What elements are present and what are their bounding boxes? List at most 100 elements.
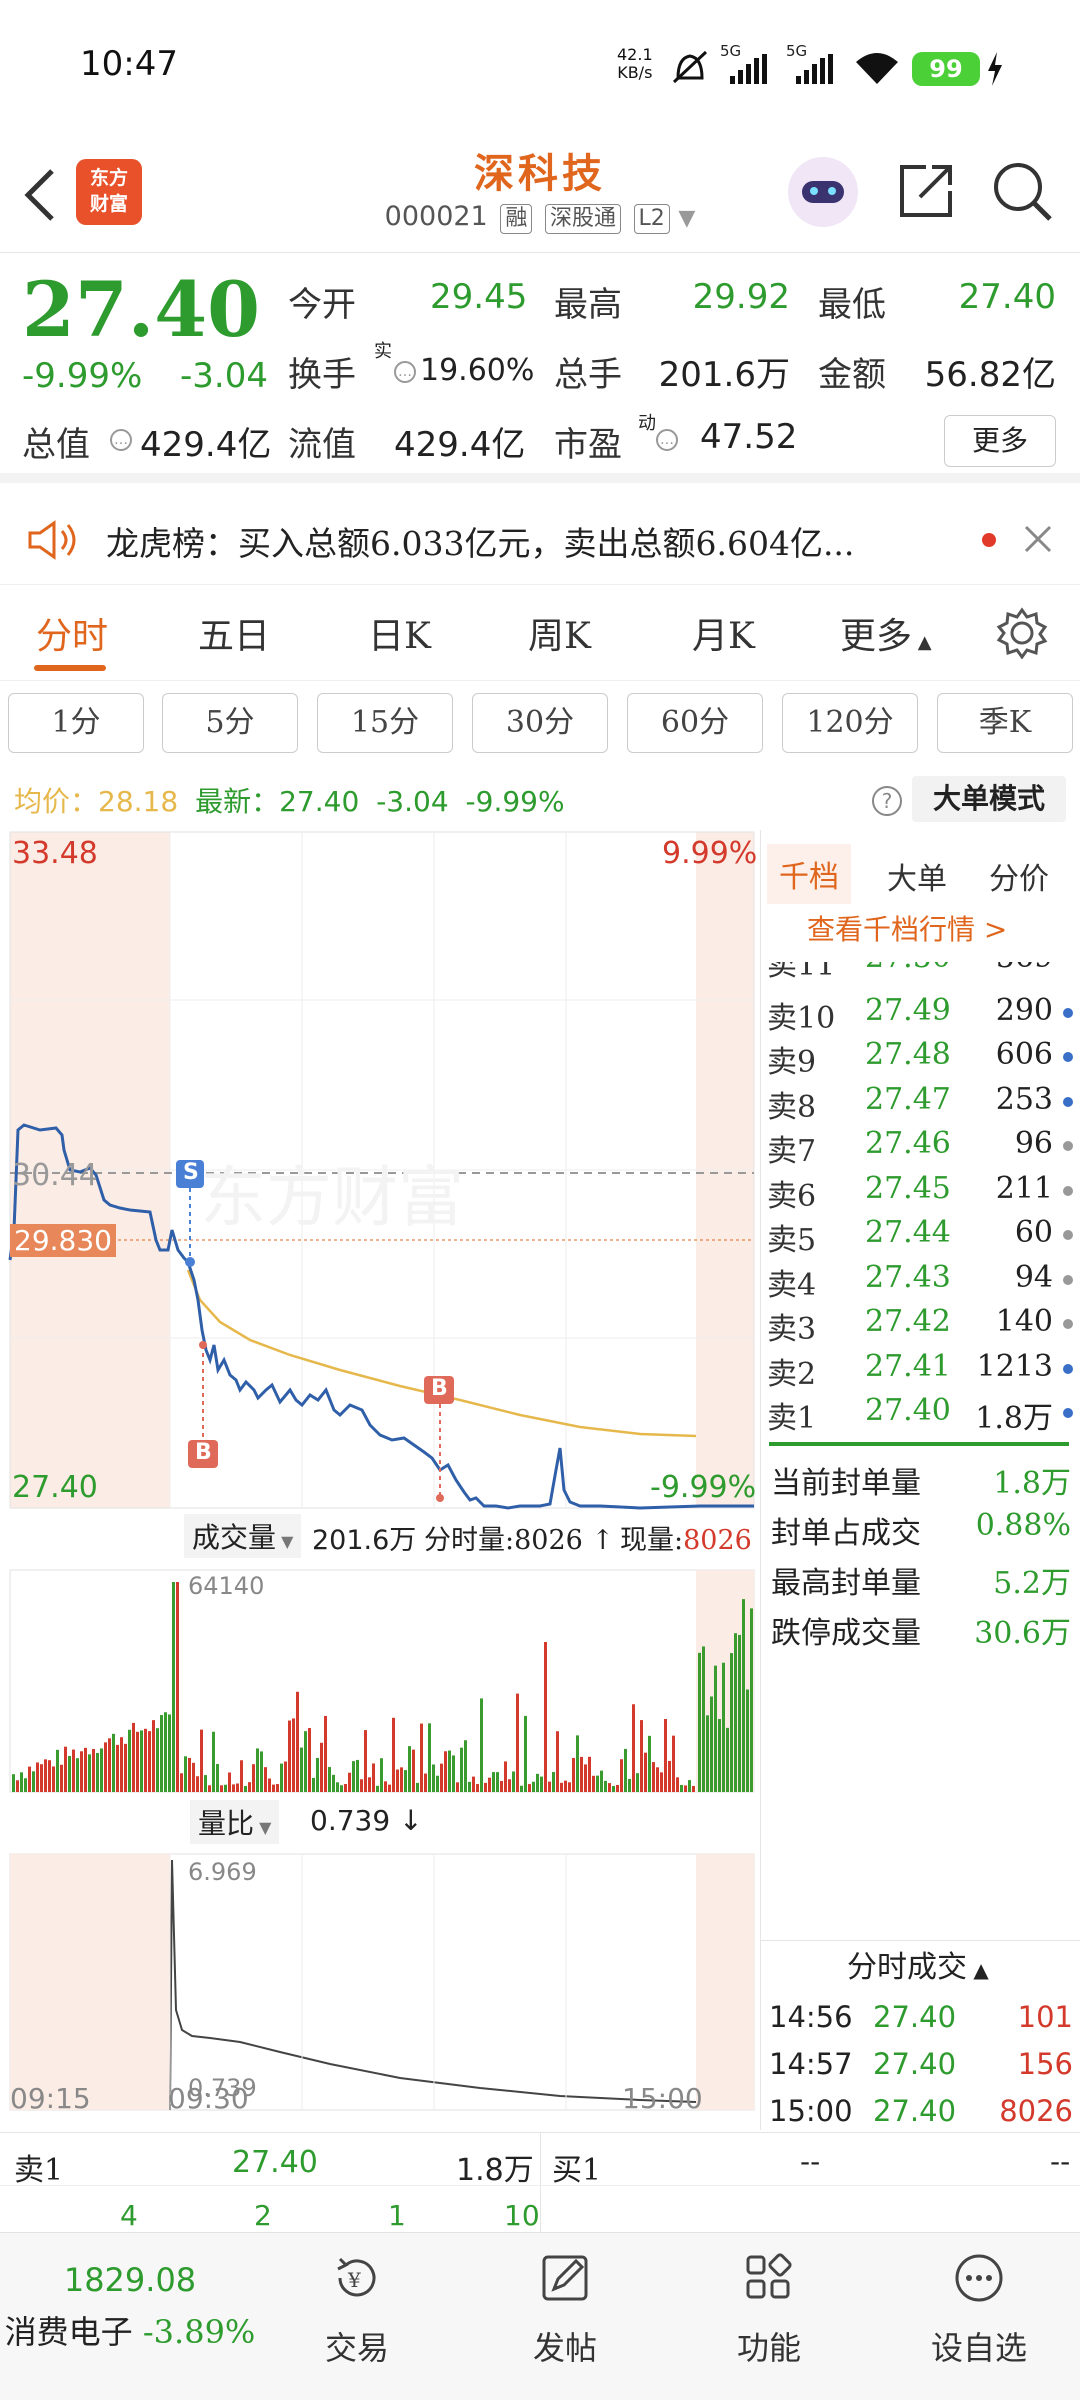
notice-bar[interactable]: 龙虎榜：买入总额6.033亿元，卖出总额6.604亿...: [0, 493, 1080, 585]
more-button[interactable]: 更多: [944, 415, 1056, 467]
volume-bar: [520, 1785, 523, 1792]
sector-index[interactable]: 1829.08 消费电子 -3.89%: [0, 2261, 260, 2353]
volume-bar: [184, 1756, 187, 1792]
sell-row-price: 27.47: [865, 1081, 951, 1117]
volume-bar: [636, 1773, 639, 1792]
settings-icon[interactable]: [996, 607, 1048, 659]
volume-bar: [336, 1782, 339, 1792]
avg-info-line: 均价：28.18 最新：27.40 -3.04 -9.99%: [14, 780, 565, 820]
volume-bar: [504, 1761, 507, 1792]
info-icon[interactable]: …: [394, 361, 416, 383]
period-selector: 1分 5分 15分 30分 60分 120分 季K: [0, 693, 1080, 759]
stock-header: 东方 财富 深科技 000021 融 深股通 L2 ▼: [0, 135, 1080, 253]
assistant-avatar[interactable]: [788, 157, 858, 227]
volume-bar: [88, 1754, 91, 1792]
period-60min[interactable]: 60分: [627, 693, 763, 753]
volume-bar: [368, 1777, 371, 1792]
tag-connect: 深股通: [544, 204, 621, 234]
chart-tabs: 分时 五日 日K 周K 月K 更多 ▲: [0, 585, 1080, 681]
view-thousand-level-link[interactable]: 查看千档行情 >: [807, 908, 1007, 948]
period-quarter-k[interactable]: 季K: [937, 693, 1073, 753]
grid-icon: [746, 2253, 792, 2299]
mktcap-label: 总值: [22, 425, 90, 465]
nav-function[interactable]: 功能: [694, 2251, 844, 2369]
volume-bar: [360, 1779, 363, 1792]
period-30min[interactable]: 30分: [472, 693, 608, 753]
volume-bar: [488, 1777, 491, 1792]
high-value: 29.92: [692, 277, 790, 317]
volume-bar: [660, 1772, 663, 1792]
share-icon[interactable]: [896, 161, 956, 221]
volume-bar: [648, 1735, 651, 1792]
volume-selector[interactable]: 成交量 ▼: [184, 1514, 302, 1558]
close-icon[interactable]: [1022, 523, 1054, 555]
intraday-chart-area[interactable]: 东方财富 33.48 9.99% 30.44 29.830 27.40 -9.9…: [0, 830, 760, 2130]
volume-bar: [584, 1764, 587, 1792]
sell-row-price: 27.41: [865, 1348, 951, 1384]
period-5min[interactable]: 5分: [162, 693, 298, 753]
info-icon-2[interactable]: …: [110, 429, 132, 451]
buy1-price: --: [800, 2145, 821, 2178]
trade-time: 14:57: [769, 2047, 853, 2081]
level1-book: 卖1 27.40 1.8万 买1 -- -- 4 2 1 10: [0, 2132, 1080, 2233]
volume-bar: [124, 1743, 127, 1792]
net-speed-unit: KB/s: [617, 63, 653, 82]
sell-row-label: 卖3: [767, 1312, 817, 1347]
sell-row: 卖7 27.46 96: [761, 1126, 1077, 1171]
volume-bar: [224, 1784, 227, 1792]
tab-weekly-k[interactable]: 周K: [528, 607, 591, 659]
volume-bar: [220, 1785, 223, 1792]
period-120min[interactable]: 120分: [782, 693, 918, 753]
sell-row-label: 卖10: [767, 1000, 836, 1036]
open-label: 今开: [288, 285, 356, 325]
sell-row-volume: 606: [995, 1037, 1053, 1072]
volume-bar: [388, 1784, 391, 1792]
dropdown-icon[interactable]: ▼: [678, 206, 695, 231]
tab-thousand-level[interactable]: 千档: [767, 844, 851, 904]
pe-sup: 动: [638, 413, 656, 434]
volume-bar: [160, 1715, 163, 1792]
help-icon[interactable]: ?: [872, 786, 902, 816]
tab-daily-k[interactable]: 日K: [368, 607, 431, 659]
ratio-selector[interactable]: 量比 ▼: [190, 1800, 280, 1844]
volume-bar: [348, 1772, 351, 1792]
volume-bar: [272, 1784, 275, 1792]
sell-row: 卖3 27.42 140: [761, 1304, 1077, 1349]
volume-bar: [624, 1748, 627, 1792]
sell-row: 卖4 27.43 94: [761, 1260, 1077, 1305]
volume-bar: [252, 1764, 255, 1792]
latest-change: -3.04: [376, 785, 449, 818]
volume-bar: [552, 1771, 555, 1792]
tab-big-order[interactable]: 大单: [887, 854, 947, 898]
volume-bar: [722, 1662, 725, 1792]
volume-bar: [80, 1751, 83, 1792]
current-price: 27.40: [22, 265, 260, 354]
period-15min[interactable]: 15分: [317, 693, 453, 753]
tab-five-day[interactable]: 五日: [198, 607, 270, 659]
nav-post[interactable]: 发帖: [490, 2251, 640, 2369]
watermark: 东方财富: [200, 1159, 464, 1236]
search-icon[interactable]: [992, 161, 1054, 223]
order-dot-icon: [1063, 1319, 1073, 1329]
tab-price-distribution[interactable]: 分价: [989, 854, 1049, 898]
tab-intraday[interactable]: 分时: [36, 607, 108, 659]
nav-trade[interactable]: ¥ 交易: [282, 2251, 432, 2369]
nav-add-watchlist[interactable]: 设自选: [904, 2251, 1054, 2369]
volume-bar: [320, 1742, 323, 1792]
volume-bar: [264, 1767, 267, 1792]
volume-bar: [698, 1652, 701, 1792]
volume-bar: [100, 1748, 103, 1792]
time-end-label: 15:00: [622, 2082, 703, 2115]
seal-stat-value: 5.2万: [993, 1566, 1071, 1601]
tab-more[interactable]: 更多 ▲: [840, 607, 932, 659]
volume-bar: [516, 1693, 519, 1792]
volume-bar: [596, 1775, 599, 1792]
volume-bar: [592, 1775, 595, 1792]
tab-monthly-k[interactable]: 月K: [692, 607, 755, 659]
period-1min[interactable]: 1分: [8, 693, 144, 753]
volume-bar: [340, 1785, 343, 1792]
big-order-mode-button[interactable]: 大单模式: [912, 776, 1066, 822]
trades-title[interactable]: 分时成交 ▲: [847, 1942, 989, 1986]
info-icon-3[interactable]: …: [656, 429, 678, 451]
net-speed-value: 42.1: [617, 45, 653, 64]
